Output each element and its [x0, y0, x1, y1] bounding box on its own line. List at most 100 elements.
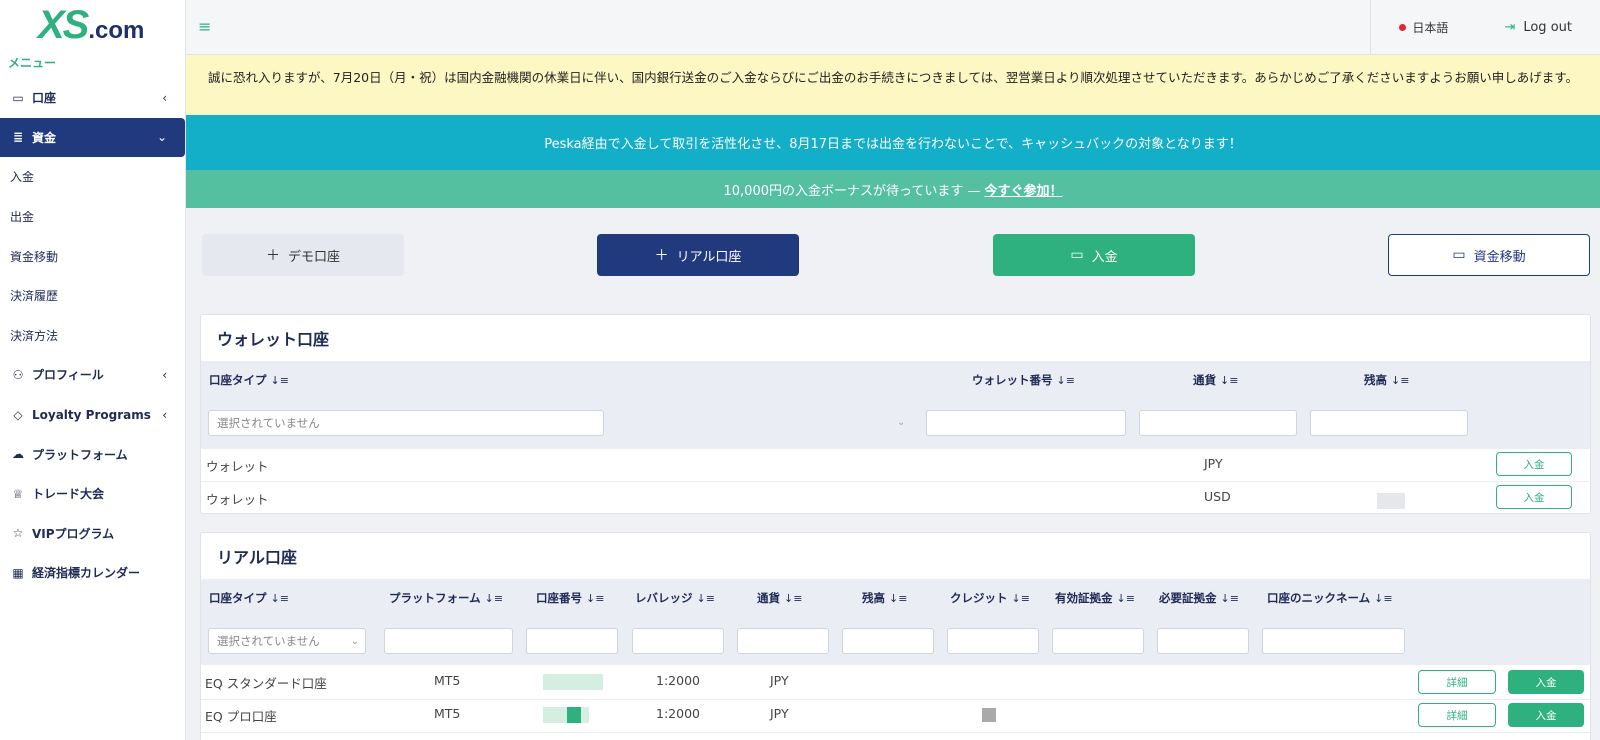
wallet-deposit-button[interactable]: 入金 — [1496, 485, 1572, 509]
wallet-accounts-panel: ウォレット口座 口座タイプ ↓≡ ウォレット番号 ↓≡ 通貨 ↓≡ 残高 ↓≡ 選択され… — [200, 314, 1591, 514]
coins-icon: ≣ — [12, 130, 24, 145]
sidebar-item-loyalty[interactable]: ◇ Loyalty Programs ‹ — [0, 395, 185, 435]
account-deposit-button[interactable]: 入金 — [1508, 703, 1584, 727]
sidebar-subitem-transfer[interactable]: 資金移動 — [0, 236, 185, 276]
sidebar-item-label: トレード大会 — [32, 487, 105, 502]
wallet-table-header: 口座タイプ ↓≡ ウォレット番号 ↓≡ 通貨 ↓≡ 残高 ↓≡ 選択されていません ⌄ — [201, 361, 1590, 449]
col-label: 残高 — [862, 591, 885, 605]
col-credit[interactable]: クレジット ↓≡ — [950, 590, 1030, 606]
logout-icon: ⇥ — [1504, 19, 1516, 35]
row-divider — [201, 699, 1590, 700]
sort-icon: ↓≡ — [1056, 374, 1075, 387]
trophy-icon: ♕ — [12, 486, 24, 501]
plus-icon: ＋ — [265, 248, 280, 264]
filter-placeholder: 選択されていません — [217, 634, 320, 648]
col-balance[interactable]: 残高 ↓≡ — [862, 590, 907, 606]
col-label: 通貨 — [1193, 373, 1216, 387]
currency-filter[interactable] — [737, 628, 829, 654]
col-label: 口座番号 — [536, 591, 582, 605]
topbar: ≡ 日本語 ⇥ Log out — [186, 0, 1600, 55]
sidebar-item-profile[interactable]: ⚇ プロフィール ‹ — [0, 355, 185, 395]
account-type-filter[interactable]: 選択されていません — [208, 410, 604, 436]
leverage-filter[interactable] — [632, 628, 724, 654]
row-divider — [201, 732, 1590, 733]
sort-icon: ↓≡ — [270, 374, 289, 387]
col-account-type[interactable]: 口座タイプ ↓≡ — [209, 590, 289, 606]
sort-icon: ↓≡ — [1220, 592, 1239, 605]
bonus-banner: 10,000円の入金ボーナスが待っています — 今すぐ参加！ — [186, 170, 1600, 208]
equity-filter[interactable] — [1052, 628, 1144, 654]
sort-icon: ↓≡ — [1220, 374, 1239, 387]
cloud-download-icon: ☁ — [12, 447, 24, 462]
currency-filter[interactable] — [1139, 410, 1297, 436]
card-icon: ▭ — [1070, 247, 1084, 263]
col-account-number[interactable]: 口座番号 ↓≡ — [536, 590, 604, 606]
language-label: 日本語 — [1412, 20, 1449, 35]
platform-filter[interactable] — [384, 628, 513, 654]
sort-icon: ↓≡ — [889, 592, 908, 605]
account-detail-button[interactable]: 詳細 — [1418, 670, 1496, 694]
sidebar-item-contest[interactable]: ♕ トレード大会 — [0, 474, 185, 514]
account-detail-button[interactable]: 詳細 — [1418, 703, 1496, 727]
language-selector[interactable]: 日本語 — [1371, 19, 1476, 36]
button-label: リアル口座 — [676, 249, 742, 265]
wallet-number-filter[interactable] — [926, 410, 1126, 436]
button-label: 入金 — [1091, 249, 1118, 265]
real-row-currency: JPY — [770, 706, 789, 721]
sidebar-subitem-deposit[interactable]: 入金 — [0, 157, 185, 197]
col-margin[interactable]: 必要証拠金 ↓≡ — [1159, 590, 1239, 606]
balance-filter[interactable] — [842, 628, 934, 654]
brand-logo[interactable]: XS .com — [0, 0, 185, 50]
col-balance[interactable]: 残高 ↓≡ — [1364, 372, 1409, 388]
open-demo-account-button[interactable]: ＋ デモ口座 — [202, 234, 404, 276]
account-deposit-button[interactable]: 入金 — [1508, 670, 1584, 694]
sidebar-item-accounts[interactable]: ▭ 口座 ‹ — [0, 78, 185, 118]
col-wallet-number[interactable]: ウォレット番号 ↓≡ — [972, 372, 1075, 388]
sidebar-item-platform[interactable]: ☁ プラットフォーム — [0, 434, 185, 474]
logo-suffix: .com — [88, 17, 145, 44]
logout-button[interactable]: ⇥ Log out — [1476, 20, 1600, 35]
topbar-right: 日本語 ⇥ Log out — [1370, 0, 1600, 54]
margin-filter[interactable] — [1157, 628, 1249, 654]
balance-filter[interactable] — [1310, 410, 1468, 436]
real-row-currency: JPY — [770, 673, 789, 688]
japan-flag-icon — [1399, 23, 1407, 31]
col-currency[interactable]: 通貨 ↓≡ — [1193, 372, 1238, 388]
wallet-row-currency: JPY — [1204, 456, 1223, 471]
sidebar-subitem-history[interactable]: 決済履歴 — [0, 276, 185, 316]
col-platform[interactable]: プラットフォーム ↓≡ — [389, 590, 503, 606]
open-real-account-button[interactable]: ＋ リアル口座 — [597, 234, 799, 276]
star-icon: ☆ — [12, 526, 24, 541]
wallet-deposit-button[interactable]: 入金 — [1496, 452, 1572, 476]
sidebar-item-vip[interactable]: ☆ VIPプログラム — [0, 514, 185, 554]
nickname-filter[interactable] — [1262, 628, 1405, 654]
menu-label: メニュー — [8, 56, 57, 70]
sort-icon: ↓≡ — [586, 592, 605, 605]
col-leverage[interactable]: レバレッジ ↓≡ — [635, 590, 715, 606]
sort-icon: ↓≡ — [484, 592, 504, 605]
col-account-type[interactable]: 口座タイプ ↓≡ — [209, 372, 289, 388]
account-type-filter[interactable]: 選択されていません ⌄ — [208, 628, 366, 654]
account-number-filter[interactable] — [526, 628, 618, 654]
col-label: 口座タイプ — [209, 373, 267, 387]
sidebar-subitem-methods[interactable]: 決済方法 — [0, 316, 185, 356]
sidebar-item-label: Loyalty Programs — [32, 407, 151, 422]
col-equity[interactable]: 有効証拠金 ↓≡ — [1055, 590, 1135, 606]
chevron-left-icon: ‹ — [162, 90, 167, 105]
sidebar-item-funds[interactable]: ≣ 資金 ⌄ — [0, 117, 185, 158]
bonus-join-link[interactable]: 今すぐ参加！ — [984, 180, 1062, 199]
hamburger-icon[interactable]: ≡ — [198, 17, 211, 36]
masked-credit — [982, 708, 996, 722]
credit-filter[interactable] — [947, 628, 1039, 654]
sidebar-item-calendar[interactable]: ▦ 経済指標カレンダー — [0, 553, 185, 593]
col-currency[interactable]: 通貨 ↓≡ — [757, 590, 802, 606]
sidebar-subitem-withdraw[interactable]: 出金 — [0, 197, 185, 237]
chevron-left-icon: ‹ — [162, 407, 167, 422]
sort-icon: ↓≡ — [696, 592, 715, 605]
holiday-notice-banner: 誠に恐れ入りますが、7月20日（月・祝）は国内金融機関の休業日に伴い、国内銀行送… — [186, 55, 1600, 115]
col-nickname[interactable]: 口座のニックネーム ↓≡ — [1267, 590, 1393, 606]
sidebar-item-label: プロフィール — [32, 368, 104, 383]
deposit-button[interactable]: ▭ 入金 — [993, 234, 1195, 276]
transfer-funds-button[interactable]: ▭ 資金移動 — [1388, 234, 1590, 276]
real-row-platform: MT5 — [434, 673, 461, 688]
